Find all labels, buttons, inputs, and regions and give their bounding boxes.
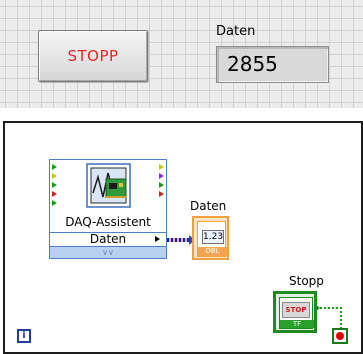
- dbl-type-tag: DBL: [198, 247, 227, 256]
- output-terminal-icon[interactable]: [159, 164, 164, 170]
- front-panel: STOPP Daten 2855: [0, 0, 363, 108]
- indicator-label: Daten: [216, 24, 256, 39]
- daq-output-label: Daten: [89, 232, 127, 246]
- output-arrow-icon: [155, 236, 160, 242]
- stopp-terminal-label: Stopp: [289, 274, 324, 288]
- stopp-control-terminal[interactable]: STOP TF: [273, 291, 317, 333]
- daq-assistant-title: DAQ-Assistent: [65, 215, 151, 229]
- indicator-value: 2855: [227, 52, 278, 76]
- input-terminal-icon[interactable]: [52, 200, 57, 206]
- daten-indicator-terminal[interactable]: 1.23 DBL: [192, 216, 229, 260]
- stop-condition-icon: [336, 332, 344, 340]
- input-terminal-icon[interactable]: [52, 191, 57, 197]
- daq-assistant-node[interactable]: DAQ-Assistent Daten ∨∨: [49, 159, 167, 259]
- output-terminal-icon[interactable]: [159, 191, 164, 197]
- output-terminal-icon[interactable]: [159, 182, 164, 188]
- iteration-terminal-glyph: i: [22, 330, 26, 341]
- block-diagram: DAQ-Assistent Daten ∨∨ Daten 1.23 DBL St…: [3, 121, 363, 354]
- stopp-terminal-inner: STOP TF: [279, 297, 314, 329]
- numeric-display-icon: 1.23: [202, 230, 224, 244]
- numeric-indicator[interactable]: 2855: [216, 46, 329, 83]
- daq-icon-area: [50, 160, 166, 213]
- loop-condition-terminal[interactable]: [332, 328, 348, 344]
- daten-terminal-label: Daten: [190, 199, 227, 213]
- tf-type-tag: TF: [280, 320, 314, 328]
- daq-card-icon: [86, 163, 131, 208]
- daq-output-row[interactable]: Daten: [50, 232, 166, 247]
- stop-button-label: STOPP: [67, 47, 119, 65]
- stop-sign-text: STOP: [285, 306, 307, 314]
- input-terminal-icon[interactable]: [52, 182, 57, 188]
- boolean-wire[interactable]: [320, 307, 342, 329]
- output-terminal-icon[interactable]: [159, 173, 164, 179]
- expand-chevron-icon[interactable]: ∨∨: [50, 247, 166, 258]
- expand-glyph: ∨∨: [102, 248, 114, 257]
- iteration-terminal[interactable]: i: [17, 329, 31, 343]
- daten-terminal-inner: 1.23 DBL: [197, 221, 227, 257]
- stop-sign-icon: STOP: [282, 302, 310, 318]
- input-terminal-icon[interactable]: [52, 164, 57, 170]
- stop-button[interactable]: STOPP: [38, 30, 148, 82]
- input-terminal-icon[interactable]: [52, 173, 57, 179]
- numeric-display-text: 1.23: [203, 232, 224, 242]
